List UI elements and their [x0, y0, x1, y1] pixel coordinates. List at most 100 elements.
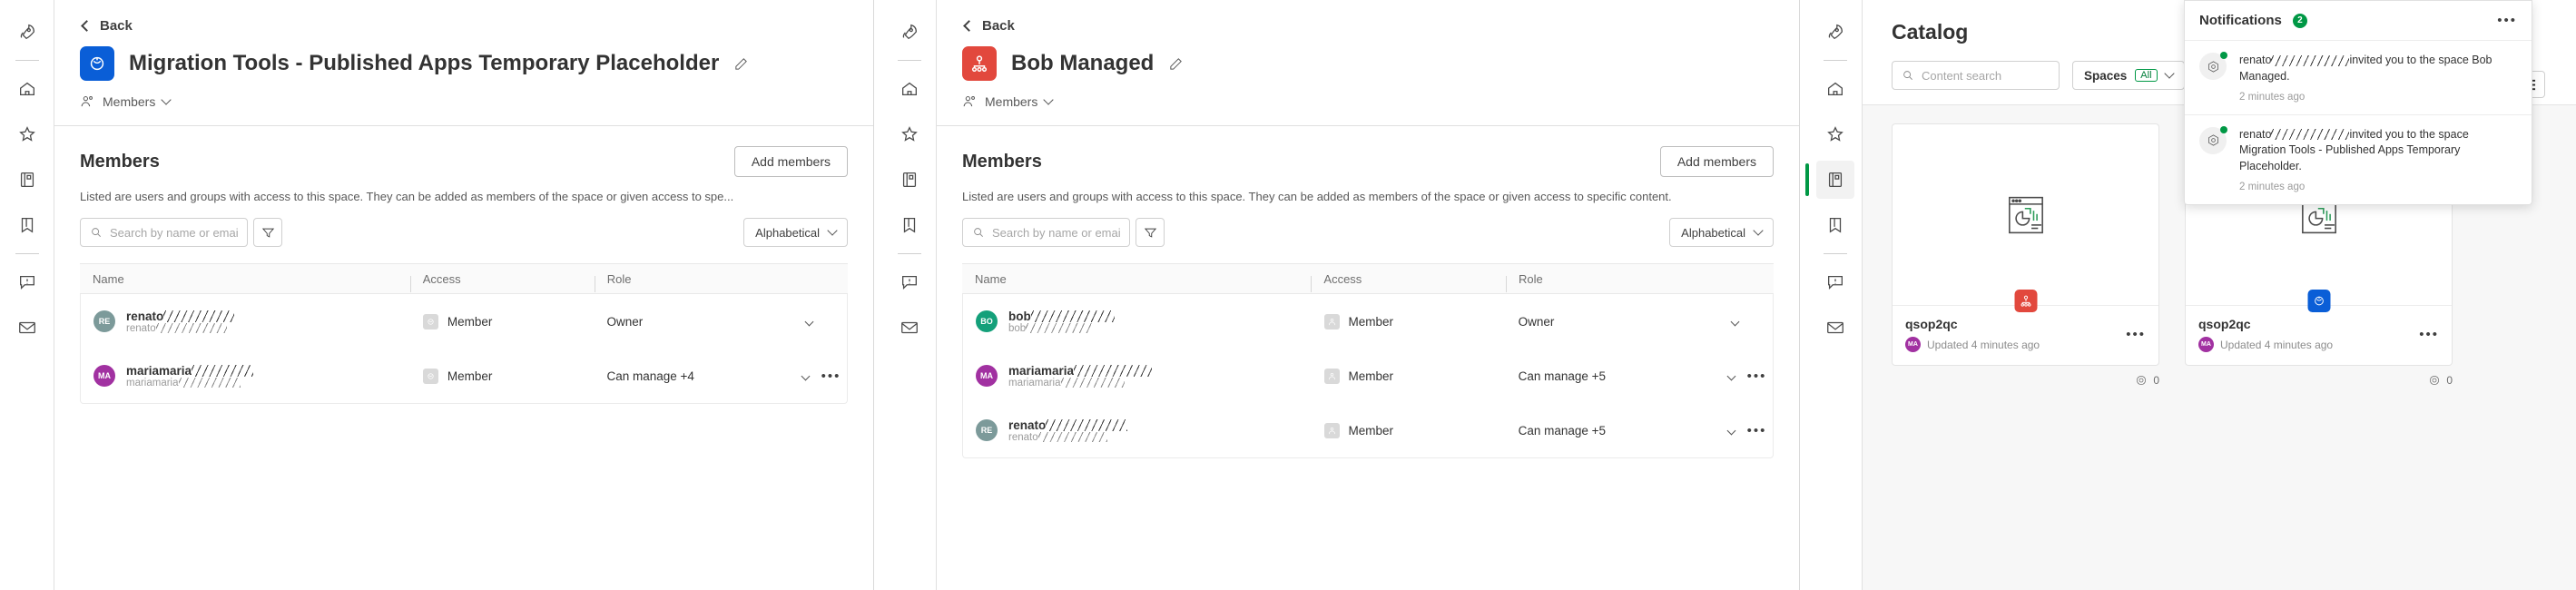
card-updated-time: Updated 4 minutes ago: [2220, 338, 2334, 351]
member-filter-button[interactable]: [1136, 218, 1165, 247]
redaction-overlay: [1074, 365, 1153, 378]
search-icon: [1903, 71, 1912, 80]
chevron-down-icon: [1753, 225, 1764, 236]
role-dropdown-chevron-icon[interactable]: [801, 371, 811, 380]
sidebar-item-subscriptions[interactable]: [1816, 309, 1854, 347]
sidebar-item-subscriptions[interactable]: [8, 309, 46, 347]
sidebar-item-catalog[interactable]: [1804, 161, 1854, 199]
row-kebab-menu-icon[interactable]: •••: [1747, 369, 1767, 383]
card-kebab-menu-icon[interactable]: •••: [2126, 328, 2146, 341]
column-header-name: Name: [975, 271, 1007, 286]
sidebar-item-launcher[interactable]: [1816, 13, 1854, 51]
rail-divider: [15, 60, 39, 61]
kebab-menu-icon[interactable]: •••: [2497, 14, 2517, 27]
cell-role[interactable]: Can manage +5: [1506, 424, 1722, 438]
rocket-icon: [902, 24, 917, 40]
table-row[interactable]: RE renato renato Member Can manage +5 •••: [963, 403, 1773, 457]
sidebar-item-subscriptions[interactable]: [890, 309, 929, 347]
notification-item[interactable]: renato invited you to the space Migration…: [2185, 115, 2532, 204]
star-icon: [1826, 126, 1844, 142]
redaction-overlay: [1037, 431, 1107, 442]
notification-text: renato invited you to the space Migration…: [2239, 127, 2469, 173]
sidebar-item-collections[interactable]: [1816, 206, 1854, 244]
chevron-left-icon: [963, 20, 975, 32]
table-row[interactable]: MA mariamaria mariamaria Member Can manage +…: [81, 349, 847, 403]
cell-role[interactable]: Owner: [1506, 315, 1722, 329]
back-link[interactable]: Back: [80, 18, 848, 34]
home-icon: [901, 82, 917, 96]
member-search-input[interactable]: [110, 225, 238, 240]
sort-select[interactable]: Alphabetical: [743, 218, 848, 247]
subnav-members[interactable]: Members: [962, 93, 1774, 125]
role-dropdown-chevron-icon[interactable]: [1730, 317, 1740, 326]
cell-role[interactable]: Owner: [594, 315, 796, 329]
sidebar-item-home[interactable]: [8, 70, 46, 108]
add-members-button[interactable]: Add members: [733, 146, 848, 177]
card-space-badge-icon: [2014, 290, 2037, 312]
notification-item[interactable]: renato invited you to the space Bob Manag…: [2185, 41, 2532, 115]
sidebar-item-favorites[interactable]: [8, 115, 46, 153]
sidebar-item-alerts[interactable]: [1816, 263, 1854, 301]
card-space-badge-icon: [2307, 290, 2330, 312]
cell-role[interactable]: Can manage +5: [1506, 369, 1722, 383]
back-link[interactable]: Back: [962, 18, 1774, 34]
home-icon: [1827, 82, 1843, 96]
avatar: MA: [93, 365, 115, 387]
rocket-icon: [20, 24, 34, 40]
spaces-filter-select[interactable]: Spaces All: [2072, 61, 2185, 90]
cell-access: Member: [410, 313, 595, 329]
edit-pencil-icon[interactable]: [733, 56, 749, 72]
sort-select[interactable]: Alphabetical: [1669, 218, 1774, 247]
role-dropdown-chevron-icon[interactable]: [1726, 426, 1736, 435]
page-title: Bob Managed: [1011, 51, 1155, 75]
rail-divider: [897, 60, 921, 61]
notification-space-icon: [2199, 125, 2227, 154]
back-label: Back: [982, 18, 1015, 34]
card-kebab-menu-icon[interactable]: •••: [2419, 328, 2439, 341]
table-row[interactable]: BO bob bob Member Owner: [963, 294, 1773, 349]
member-search-input[interactable]: [992, 225, 1120, 240]
left-nav-rail-3: [1804, 0, 1863, 590]
table-row[interactable]: MA mariamaria mariamaria Member Can manage +…: [963, 349, 1773, 403]
avatar: BO: [976, 310, 998, 332]
sidebar-item-home[interactable]: [1816, 70, 1854, 108]
cell-actions: [1722, 317, 1773, 326]
row-kebab-menu-icon[interactable]: •••: [821, 369, 841, 383]
cell-actions: •••: [1722, 369, 1773, 383]
redaction-overlay: [1046, 419, 1128, 432]
sidebar-item-catalog[interactable]: [8, 161, 46, 199]
rail-divider: [15, 253, 39, 254]
sidebar-item-launcher[interactable]: [8, 13, 46, 51]
catalog-icon: [20, 172, 34, 187]
column-header-access: Access: [1311, 272, 1506, 292]
sidebar-item-home[interactable]: [890, 70, 929, 108]
app-preview-icon: [2008, 196, 2043, 233]
cell-role[interactable]: Can manage +4: [594, 369, 796, 383]
subnav-members[interactable]: Members: [80, 93, 848, 125]
table-row[interactable]: RE renato renato Member Owner: [81, 294, 847, 349]
sidebar-item-alerts[interactable]: [8, 263, 46, 301]
content-search-box[interactable]: [1892, 61, 2060, 90]
cell-name: MA mariamaria mariamaria: [963, 364, 1312, 388]
content-search-input[interactable]: [1922, 68, 2050, 83]
row-kebab-menu-icon[interactable]: •••: [1747, 424, 1767, 438]
redaction-overlay: [155, 322, 227, 333]
member-filter-button[interactable]: [253, 218, 282, 247]
sidebar-item-favorites[interactable]: [890, 115, 929, 153]
member-search-box[interactable]: [80, 218, 248, 247]
table-header-row: Name Access Role: [962, 263, 1774, 294]
sidebar-item-favorites[interactable]: [1816, 115, 1854, 153]
sidebar-item-launcher[interactable]: [890, 13, 929, 51]
sidebar-item-collections[interactable]: [890, 206, 929, 244]
role-dropdown-chevron-icon[interactable]: [1726, 371, 1736, 380]
members-panel-1: Back Migration Tools - Published Apps Te…: [0, 0, 873, 590]
add-members-button[interactable]: Add members: [1659, 146, 1774, 177]
sidebar-item-collections[interactable]: [8, 206, 46, 244]
member-email: mariamaria: [126, 378, 253, 388]
member-search-box[interactable]: [962, 218, 1130, 247]
role-dropdown-chevron-icon[interactable]: [804, 317, 814, 326]
sidebar-item-catalog[interactable]: [890, 161, 929, 199]
edit-pencil-icon[interactable]: [1168, 56, 1184, 72]
catalog-card[interactable]: qsop2qc MA Updated 4 minutes ago •••: [1892, 123, 2159, 366]
sidebar-item-alerts[interactable]: [890, 263, 929, 301]
